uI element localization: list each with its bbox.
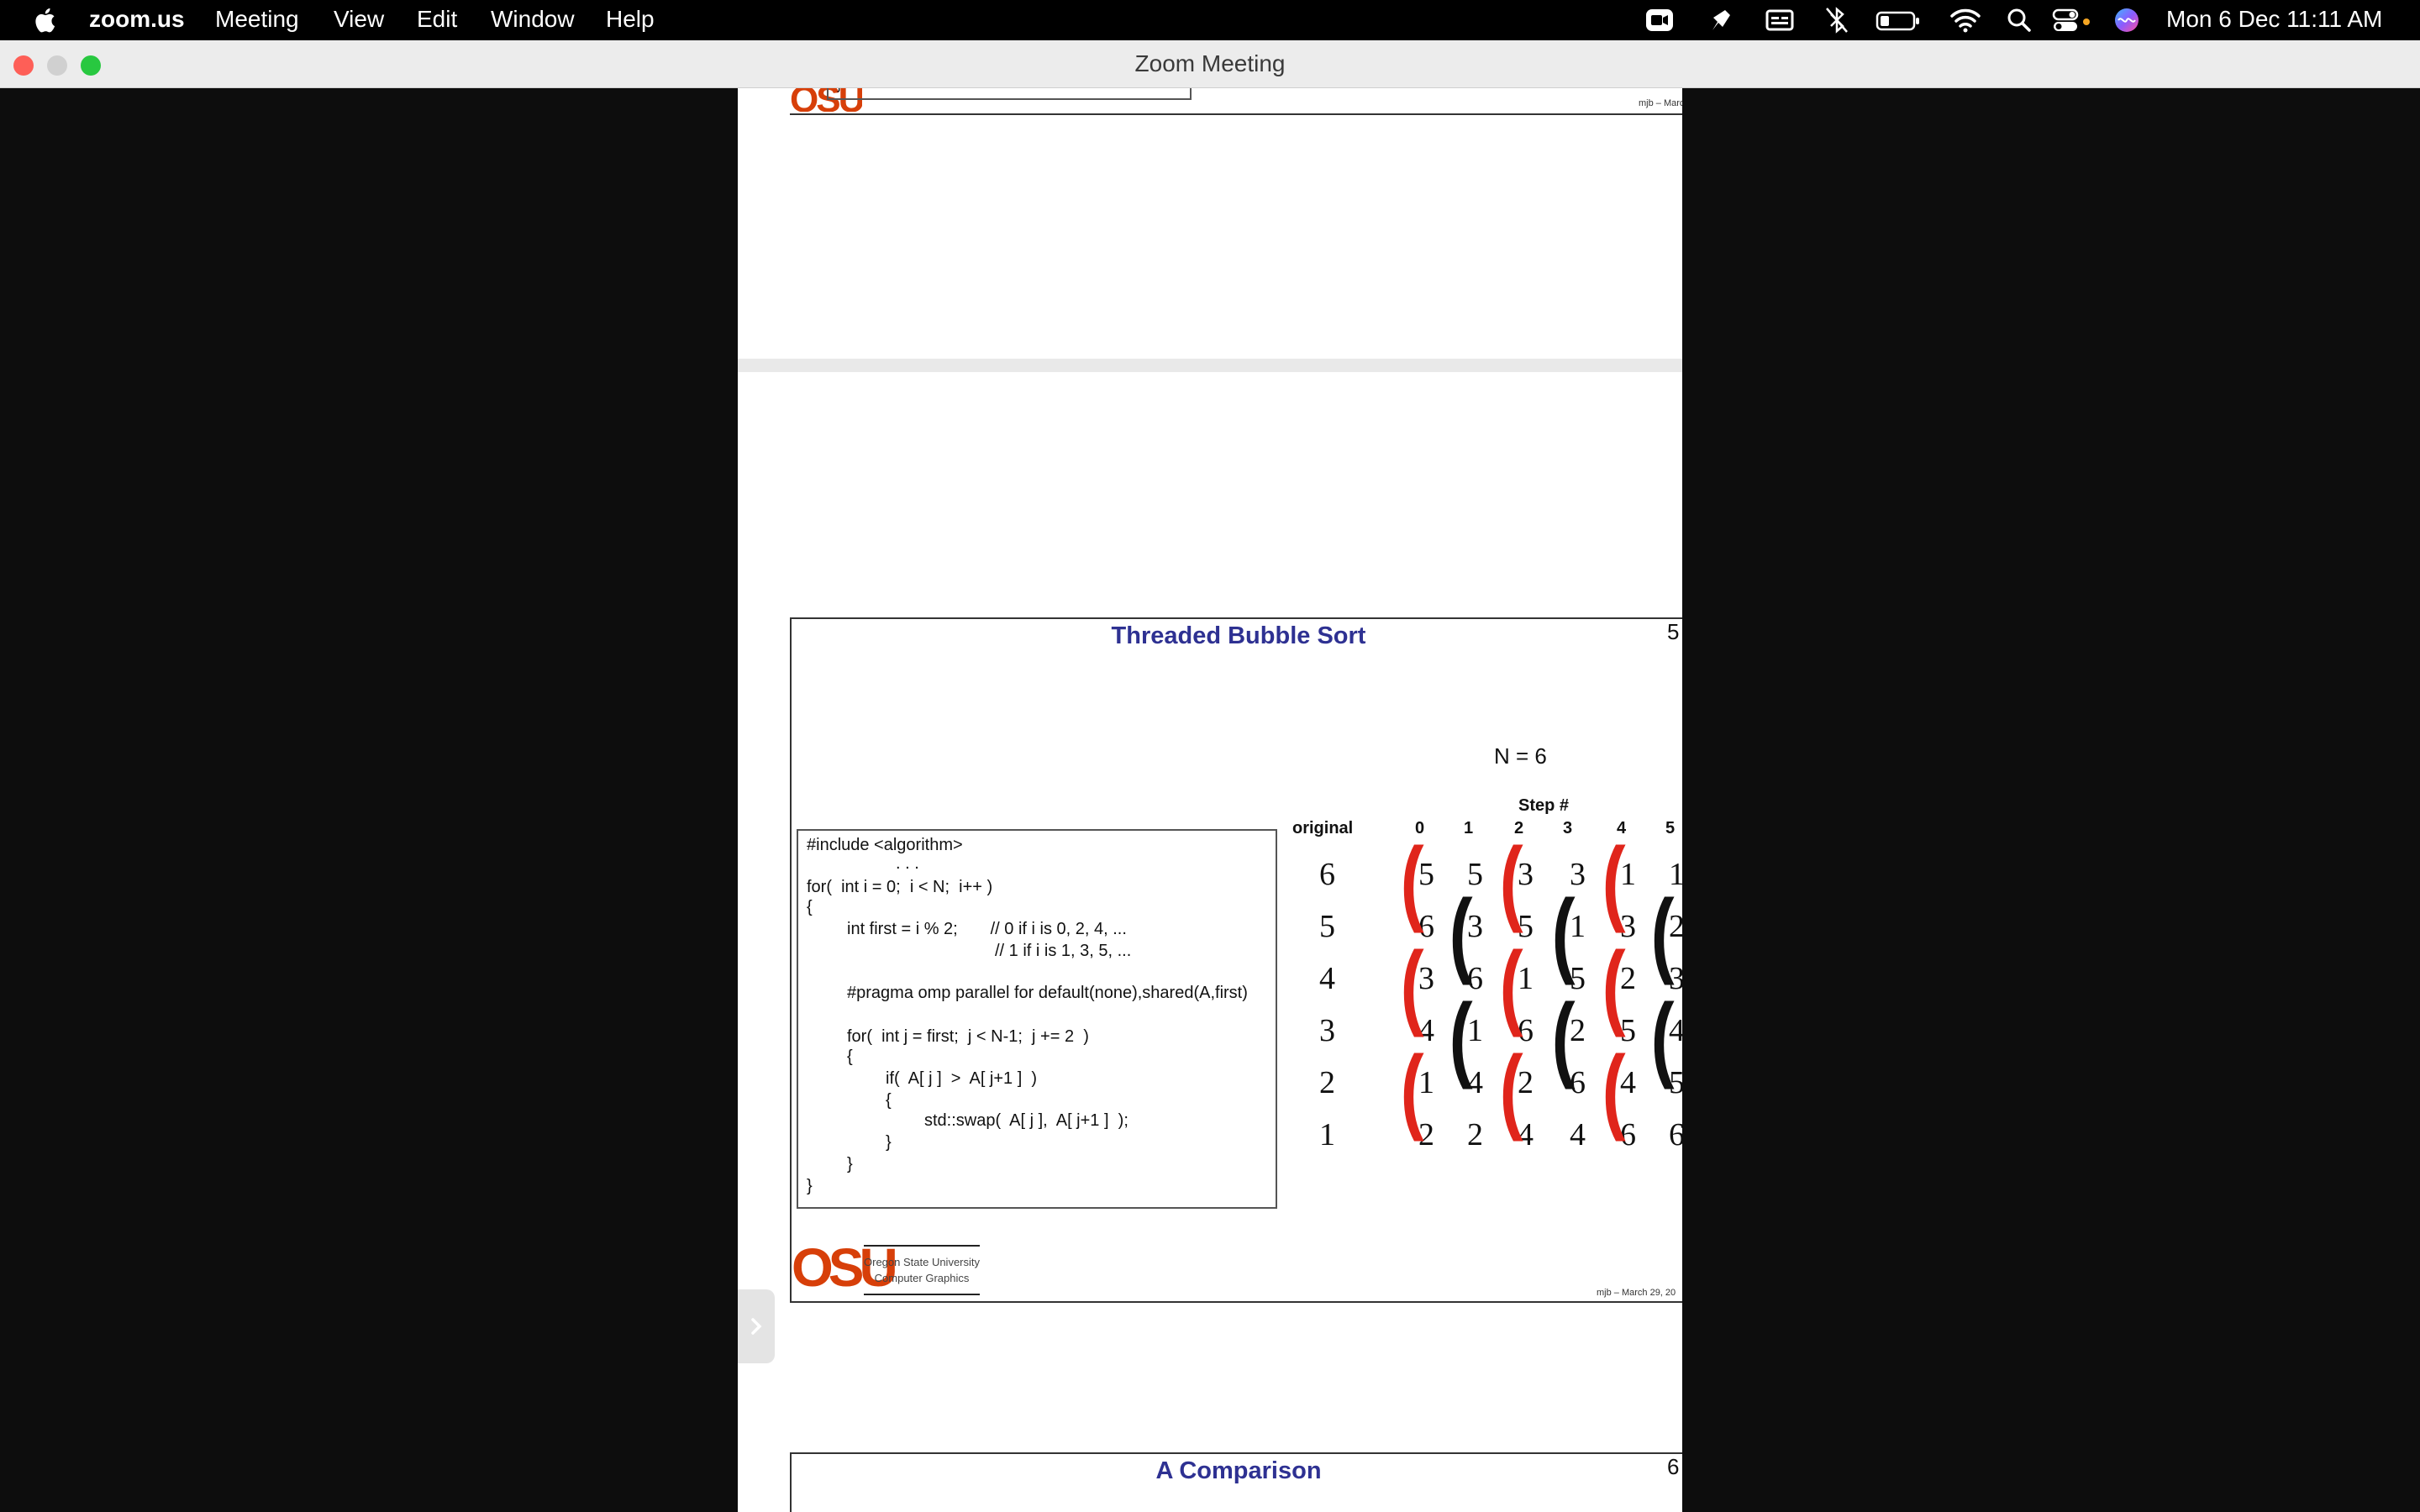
swap-pair-bracket: ( — [1602, 932, 1626, 1037]
battery-icon[interactable] — [1876, 5, 1921, 35]
swap-pair-bracket: ( — [1551, 880, 1576, 985]
swap-pair-bracket: ( — [1499, 932, 1523, 1037]
slide-page-number: 5 — [1667, 619, 1680, 644]
display-icon[interactable] — [1765, 5, 1795, 35]
swap-pair-bracket: ( — [1650, 984, 1675, 1089]
code-line: int first = i % 2; // 0 if i is 0, 2, 4,… — [847, 920, 1127, 938]
menu-bar: zoom.us Meeting View Edit Window Help Mo… — [0, 0, 2420, 40]
chevron-right-icon — [751, 1318, 762, 1335]
step-label: Step # — [1518, 796, 1570, 815]
original-value: 5 — [1319, 909, 1335, 944]
code-line: // 1 if i is 1, 3, 5, ... — [995, 942, 1132, 960]
code-line: } — [807, 1177, 813, 1195]
shared-screen: OSU } mjb – March 29, 20 Threaded Bubble… — [738, 88, 1682, 1512]
menu-meeting[interactable]: Meeting — [215, 0, 299, 40]
bluetooth-off-icon[interactable] — [1823, 5, 1850, 35]
code-line: . . . — [896, 854, 919, 873]
next-slide-title: A Comparison — [1155, 1457, 1322, 1484]
code-line: #include <algorithm> — [807, 836, 963, 854]
code-line: { — [886, 1091, 892, 1110]
original-value: 4 — [1319, 961, 1335, 996]
step-number: 5 — [1665, 819, 1676, 837]
wifi-icon[interactable] — [1949, 5, 1981, 35]
code-line: } — [847, 1155, 853, 1173]
app-menu[interactable]: zoom.us — [89, 0, 185, 40]
swap-pair-bracket: ( — [1650, 880, 1675, 985]
swap-pair-bracket: ( — [1400, 932, 1424, 1037]
menu-view[interactable]: View — [334, 0, 384, 40]
code-line: { — [807, 898, 813, 916]
menubar-clock[interactable]: Mon 6 Dec 11:11 AM — [2166, 0, 2382, 40]
step-value: 6 — [1669, 1117, 1682, 1152]
swap-pair-bracket: ( — [1602, 1037, 1626, 1142]
code-box-fragment: } — [827, 88, 1192, 100]
next-slide-page-number: 6 — [1667, 1454, 1680, 1479]
menu-help[interactable]: Help — [606, 0, 655, 40]
original-value: 2 — [1319, 1065, 1335, 1100]
side-panel-handle[interactable] — [738, 1289, 775, 1363]
original-label: original — [1292, 819, 1354, 837]
n-label: N = 6 — [1494, 743, 1547, 769]
date-stamp: mjb – March 29, 20 — [1597, 1288, 1676, 1298]
siri-icon[interactable] — [2112, 5, 2141, 35]
code-line: for( int i = 0; i < N; i++ ) — [807, 878, 993, 896]
code-box: #include <algorithm> . . . for( int i = … — [797, 829, 1277, 1209]
previous-slide-fragment: OSU } mjb – March 29, 20 — [790, 88, 1682, 115]
code-fragment: } — [837, 88, 841, 93]
step-value: 4 — [1570, 1117, 1586, 1152]
original-value: 6 — [1319, 857, 1335, 892]
control-center-icon[interactable] — [2052, 5, 2091, 35]
code-line: } — [886, 1133, 892, 1152]
zoom-camera-icon[interactable] — [1644, 5, 1675, 35]
swap-pair-bracket: ( — [1551, 984, 1576, 1089]
swap-pair-bracket: ( — [1400, 828, 1424, 933]
code-line: { — [847, 1047, 853, 1066]
code-line: #pragma omp parallel for default(none),s… — [847, 984, 1248, 1002]
apple-logo-icon[interactable] — [32, 7, 57, 34]
step-value: 2 — [1467, 1117, 1483, 1152]
code-line: for( int j = first; j < N-1; j += 2 ) — [847, 1027, 1089, 1046]
footer-rule — [864, 1245, 980, 1247]
code-line: std::swap( A[ j ], A[ j+1 ] ); — [924, 1111, 1128, 1130]
slide-separator — [738, 359, 1682, 372]
swap-pair-bracket: ( — [1449, 880, 1473, 985]
menu-edit[interactable]: Edit — [417, 0, 457, 40]
pin-icon[interactable] — [1706, 5, 1734, 35]
footer-rule — [864, 1294, 980, 1295]
step-number: 3 — [1563, 819, 1573, 837]
original-value: 1 — [1319, 1117, 1335, 1152]
slide-title: Threaded Bubble Sort — [1111, 622, 1366, 649]
window-title: Zoom Meeting — [1134, 50, 1286, 76]
swap-pair-bracket: ( — [1499, 828, 1523, 933]
swap-pair-bracket: ( — [1602, 828, 1626, 933]
swap-pair-bracket: ( — [1499, 1037, 1523, 1142]
step-number: 1 — [1464, 819, 1474, 837]
date-stamp: mjb – March 29, 20 — [1639, 98, 1682, 108]
swap-pair-bracket: ( — [1400, 1037, 1424, 1142]
footer-org: Oregon State University Computer Graphic… — [864, 1254, 980, 1286]
menu-window[interactable]: Window — [491, 0, 575, 40]
window-titlebar: Zoom Meeting — [0, 40, 2420, 88]
search-icon[interactable] — [2007, 5, 2032, 35]
footer-org-line2: Computer Graphics — [874, 1272, 970, 1284]
swap-pair-bracket: ( — [1449, 984, 1473, 1089]
original-value: 3 — [1319, 1013, 1335, 1048]
footer-org-line1: Oregon State University — [864, 1256, 981, 1268]
code-line: if( A[ j ] > A[ j+1 ] ) — [886, 1069, 1038, 1088]
